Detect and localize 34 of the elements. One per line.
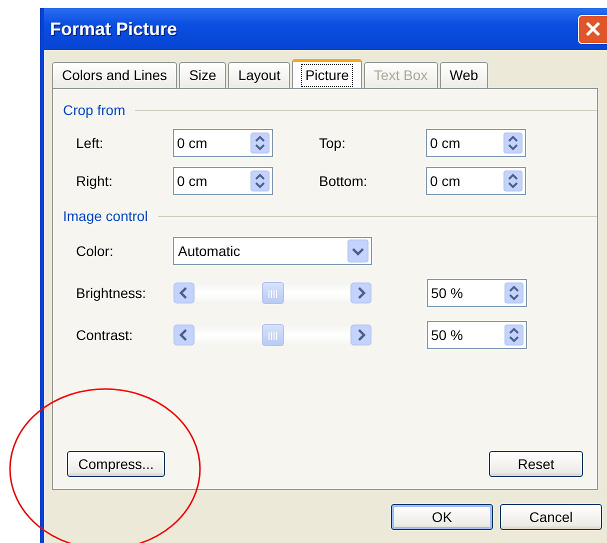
push-button[interactable]: Reset (489, 451, 583, 477)
spinner-arrows-icon[interactable] (504, 282, 524, 304)
push-button[interactable]: Compress... (67, 451, 165, 477)
field-label: Color: (76, 242, 114, 260)
field-label: Top: (319, 134, 346, 153)
group-title: Image control (63, 206, 148, 226)
scroll-left-button[interactable] (173, 324, 195, 346)
spinner-arrows-icon[interactable] (503, 170, 523, 192)
dialog-button[interactable]: OK (391, 504, 493, 530)
close-button[interactable] (578, 14, 607, 44)
spinner-arrows-icon[interactable] (250, 170, 270, 192)
dropdown[interactable]: Automatic (173, 237, 372, 265)
spinner-arrows-icon[interactable] (250, 132, 270, 154)
dialog-button[interactable]: Cancel (500, 504, 602, 530)
group-title: Crop from (63, 100, 126, 120)
tab[interactable]: Size (179, 62, 226, 88)
tab[interactable]: Colors and Lines (52, 62, 178, 88)
window-title: Format Picture (50, 18, 178, 40)
scroll-left-button[interactable] (173, 282, 195, 304)
tab[interactable]: Layout (228, 62, 290, 88)
field-label: Brightness: (76, 284, 148, 303)
field-label: Contrast: (76, 326, 134, 344)
tab[interactable]: Web (440, 62, 488, 88)
field-label: Left: (76, 134, 104, 152)
scroll-right-button[interactable] (350, 282, 372, 304)
scroll-right-button[interactable] (350, 324, 372, 346)
field-label: Right: (76, 172, 114, 191)
spinner-arrows-icon[interactable] (503, 132, 523, 154)
field-label: Bottom: (319, 172, 368, 190)
spinner-arrows-icon[interactable] (504, 324, 524, 346)
tab[interactable]: Picture (292, 59, 362, 89)
close-icon (584, 20, 602, 38)
slider-thumb[interactable] (262, 324, 284, 346)
slider-thumb[interactable] (262, 282, 284, 304)
